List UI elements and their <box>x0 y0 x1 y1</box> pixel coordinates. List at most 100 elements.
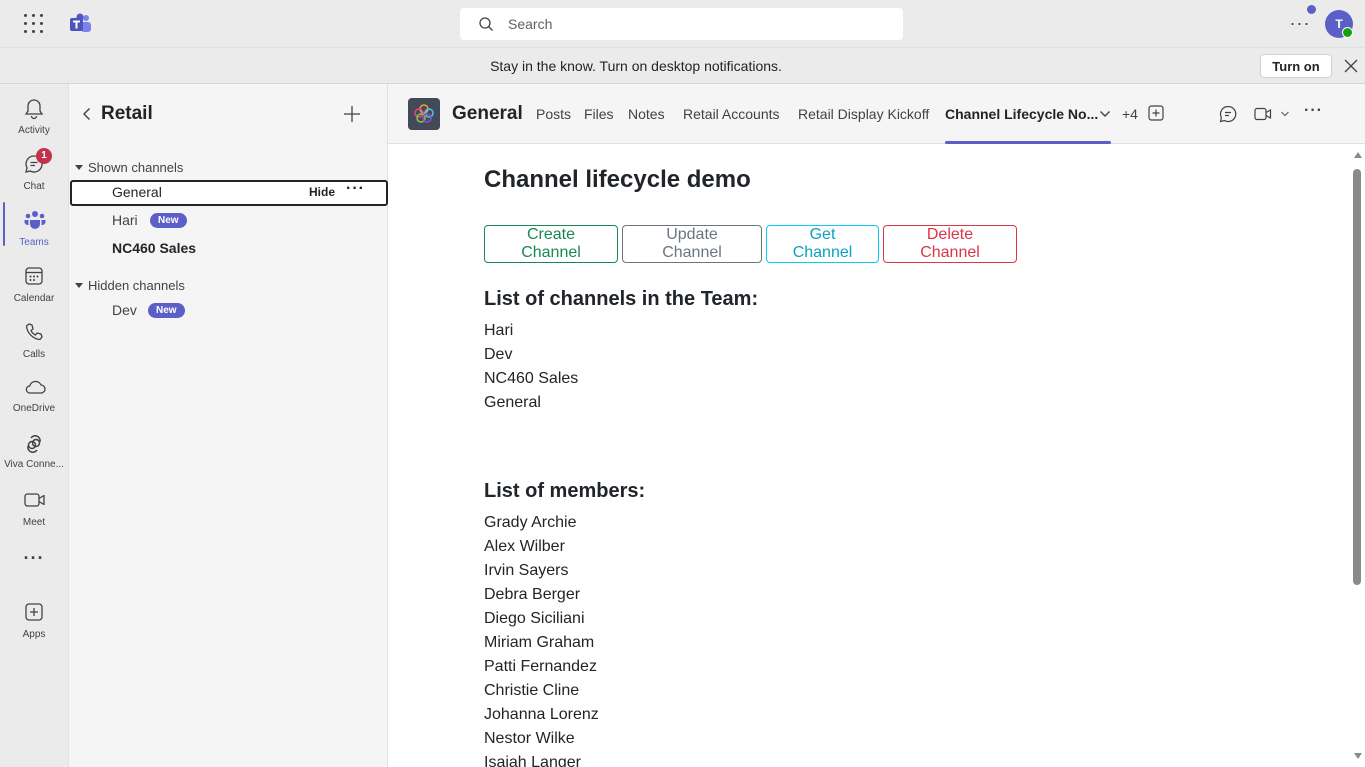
more-tabs-button[interactable]: +4 <box>1122 106 1138 122</box>
active-tab-indicator <box>945 141 1111 144</box>
cloud-icon <box>25 380 46 394</box>
viva-connections-icon <box>27 435 41 453</box>
notification-bar: Stay in the know. Turn on desktop notifi… <box>0 48 1365 84</box>
tab-retail-accounts[interactable]: Retail Accounts <box>683 106 780 122</box>
rail-item-apps[interactable]: Apps <box>0 594 68 648</box>
channel-header: General Posts Files Notes Retail Account… <box>388 84 1365 144</box>
team-name: Retail <box>101 103 153 124</box>
tab-content: Channel lifecycle demo Create Channel Up… <box>388 145 1350 767</box>
channels-heading: List of channels in the Team: <box>484 288 759 310</box>
tab-channel-lifecycle[interactable]: Channel Lifecycle No... <box>945 106 1098 122</box>
list-item: Johanna Lorenz <box>484 706 599 723</box>
back-arrow-icon[interactable] <box>79 106 95 122</box>
chevron-down-icon <box>75 165 83 170</box>
turn-on-button[interactable]: Turn on <box>1260 54 1332 78</box>
app-rail: Activity 1 Chat Teams Calendar Calls One… <box>0 84 68 767</box>
list-item: Alex Wilber <box>484 538 565 555</box>
status-dot <box>1307 5 1316 14</box>
new-badge: New <box>150 213 187 228</box>
create-channel-button[interactable]: Create Channel <box>484 225 618 263</box>
channel-list: Hari Dev NC460 Sales General <box>484 319 578 415</box>
list-item: Irvin Sayers <box>484 562 569 579</box>
scroll-down-arrow-icon[interactable] <box>1354 753 1362 759</box>
channel-list-panel: Retail Shown channels General Hide ··· H… <box>68 84 388 767</box>
rail-item-onedrive[interactable]: OneDrive <box>0 370 68 424</box>
scroll-up-arrow-icon[interactable] <box>1354 152 1362 158</box>
rail-item-meet[interactable]: Meet <box>0 482 68 536</box>
search-bar[interactable] <box>460 8 903 40</box>
tab-notes[interactable]: Notes <box>628 106 665 122</box>
rail-label: Apps <box>22 629 46 640</box>
conversation-icon[interactable] <box>1219 105 1237 123</box>
add-tab-icon[interactable] <box>1148 105 1164 121</box>
teams-logo-icon <box>70 13 91 32</box>
search-input[interactable] <box>508 16 868 32</box>
rail-label: Calendar <box>13 293 55 304</box>
list-item: Diego Siciliani <box>484 610 585 627</box>
rail-label: Teams <box>19 237 49 248</box>
channel-name: NC460 Sales <box>112 240 197 256</box>
update-channel-button[interactable]: Update Channel <box>622 225 762 263</box>
hide-channel-button[interactable]: Hide <box>309 185 335 199</box>
rail-item-viva[interactable]: Viva Conne... <box>0 426 68 480</box>
shown-channels-heading: Shown channels <box>88 160 184 175</box>
list-item: Nestor Wilke <box>484 730 575 747</box>
tab-retail-display-kickoff[interactable]: Retail Display Kickoff <box>798 106 929 122</box>
rail-item-teams[interactable]: Teams <box>0 202 68 256</box>
get-channel-button[interactable]: Get Channel <box>766 225 879 263</box>
list-item: Grady Archie <box>484 514 577 531</box>
rail-label: Meet <box>22 517 46 528</box>
channel-item-nc460-sales[interactable]: NC460 Sales <box>70 236 388 262</box>
close-icon[interactable] <box>1343 58 1359 74</box>
top-bar: ··· T <box>0 0 1365 48</box>
hidden-channels-heading: Hidden channels <box>88 278 185 293</box>
notification-message: Stay in the know. Turn on desktop notifi… <box>490 58 782 74</box>
app-launcher-icon[interactable] <box>22 12 46 36</box>
channel-name: Dev <box>112 302 137 318</box>
member-list: Grady Archie Alex Wilber Irvin Sayers De… <box>484 511 599 767</box>
channel-title: General <box>452 103 523 124</box>
hidden-channels-toggle[interactable]: Hidden channels <box>75 278 185 293</box>
settings-more-icon[interactable]: ··· <box>1288 12 1312 36</box>
channel-item-dev[interactable]: Dev New <box>70 298 388 324</box>
more-apps-icon: ··· <box>23 548 45 568</box>
rail-item-chat[interactable]: 1 Chat <box>0 146 68 200</box>
list-item: Patti Fernandez <box>484 658 597 675</box>
rail-item-more-apps[interactable]: ··· <box>0 546 68 600</box>
more-options-icon[interactable]: ··· <box>1304 102 1323 120</box>
list-item: Hari <box>484 322 514 339</box>
add-icon[interactable] <box>343 105 361 123</box>
channel-item-general[interactable]: General Hide ··· <box>70 180 388 206</box>
chevron-down-icon[interactable] <box>1280 110 1290 118</box>
chevron-down-icon[interactable] <box>1099 109 1111 119</box>
more-options-icon[interactable]: ··· <box>346 180 365 198</box>
list-item: Isaiah Langer <box>484 754 581 767</box>
shown-channels-toggle[interactable]: Shown channels <box>75 160 183 175</box>
new-badge: New <box>148 303 185 318</box>
list-item: Dev <box>484 346 513 363</box>
delete-channel-button[interactable]: Delete Channel <box>883 225 1017 263</box>
team-icon <box>408 98 440 130</box>
rail-label: Viva Conne... <box>4 459 64 470</box>
unread-badge: 1 <box>36 148 52 164</box>
list-item: General <box>484 394 541 411</box>
presence-available-icon <box>1342 27 1353 38</box>
search-icon <box>479 17 493 31</box>
scroll-thumb[interactable] <box>1353 169 1361 585</box>
scrollbar[interactable] <box>1350 145 1365 767</box>
tab-posts[interactable]: Posts <box>536 106 571 122</box>
rail-item-calendar[interactable]: Calendar <box>0 258 68 312</box>
rail-item-calls[interactable]: Calls <box>0 314 68 368</box>
main-area: General Posts Files Notes Retail Account… <box>388 84 1365 767</box>
rail-label: Activity <box>18 125 50 136</box>
channel-name: General <box>112 184 162 200</box>
list-item: Christie Cline <box>484 682 580 699</box>
rail-label: Chat <box>23 181 45 192</box>
channel-item-hari[interactable]: Hari New <box>70 208 388 234</box>
teams-icon <box>24 211 46 229</box>
rail-item-activity[interactable]: Activity <box>0 90 68 144</box>
tab-files[interactable]: Files <box>584 106 614 122</box>
phone-icon <box>25 323 43 341</box>
page-title: Channel lifecycle demo <box>484 166 751 193</box>
video-call-icon[interactable] <box>1254 105 1272 123</box>
